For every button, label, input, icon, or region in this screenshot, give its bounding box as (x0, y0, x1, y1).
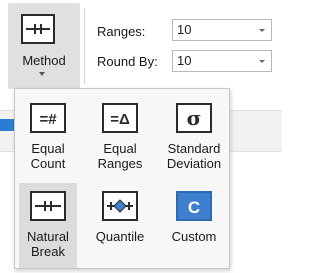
option-standard-deviation[interactable]: σ Standard Deviation (161, 95, 227, 180)
ribbon-toolbar: Method Ranges: 10 Round By: 10 (0, 0, 282, 92)
chevron-down-icon (39, 72, 45, 76)
equal-count-icon: =# (30, 103, 66, 133)
divider (84, 8, 85, 84)
method-dropdown-menu: =# Equal Count =Δ Equal Ranges σ Standar… (14, 88, 230, 269)
custom-glyph: C (188, 198, 200, 217)
round-by-label: Round By: (97, 54, 158, 69)
method-button-label: Method (22, 53, 66, 68)
option-label: Custom (171, 229, 217, 244)
option-natural-break[interactable]: Natural Break (19, 183, 77, 268)
option-label: Quantile (95, 229, 145, 244)
round-by-select[interactable]: 10 (172, 50, 272, 72)
option-custom[interactable]: C Custom (161, 183, 227, 268)
quantile-icon (102, 191, 138, 221)
chevron-down-icon (259, 29, 265, 32)
option-label: Equal Count (30, 141, 66, 171)
natural-break-icon (30, 191, 66, 221)
standard-deviation-icon: σ (176, 103, 212, 133)
ranges-select[interactable]: 10 (172, 19, 272, 41)
ranges-value: 10 (177, 22, 192, 37)
equal-ranges-icon: =Δ (102, 103, 138, 133)
equal-ranges-glyph: =Δ (110, 111, 130, 128)
option-label: Equal Ranges (97, 141, 143, 171)
option-quantile[interactable]: Quantile (91, 183, 149, 268)
option-label: Standard Deviation (166, 141, 222, 171)
chevron-down-icon (259, 60, 265, 63)
method-button[interactable]: Method (8, 3, 80, 89)
standard-deviation-glyph: σ (187, 106, 202, 130)
background-blue-marker (0, 119, 14, 131)
natural-break-icon (21, 14, 55, 44)
equal-count-glyph: =# (39, 111, 57, 128)
option-equal-count[interactable]: =# Equal Count (19, 95, 77, 180)
custom-icon: C (176, 191, 212, 221)
round-by-value: 10 (177, 53, 192, 68)
ranges-label: Ranges: (97, 24, 146, 39)
option-label: Natural Break (27, 229, 69, 259)
option-equal-ranges[interactable]: =Δ Equal Ranges (91, 95, 149, 180)
